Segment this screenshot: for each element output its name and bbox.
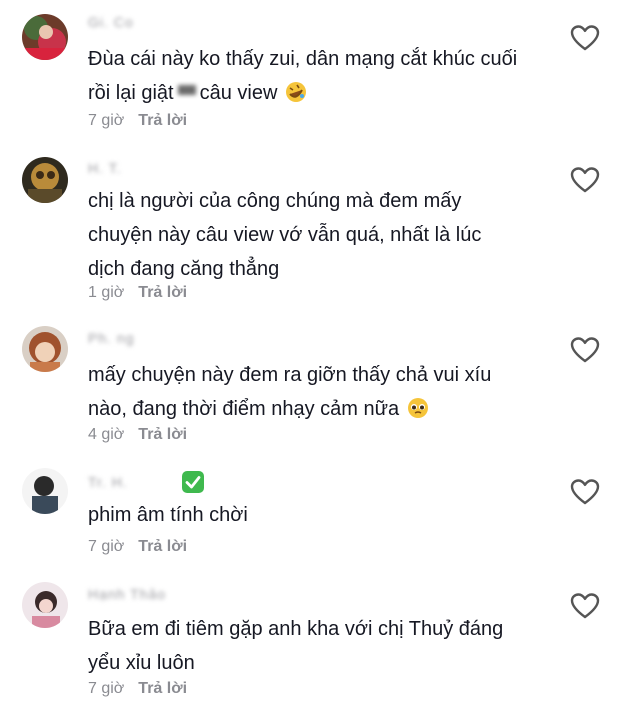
comment-username[interactable]: Tr. H.	[88, 474, 128, 490]
avatar[interactable]	[22, 14, 68, 60]
comment-username[interactable]: Gi. Co	[88, 14, 134, 30]
verified-badge	[182, 471, 204, 493]
reply-button[interactable]: Trả lời	[138, 112, 187, 129]
like-button[interactable]	[570, 166, 600, 194]
comment-time: 1 giờ	[88, 284, 125, 301]
comment-text: chị là người của công chúng mà đem mấy c…	[88, 190, 482, 280]
avatar[interactable]	[22, 326, 68, 372]
check-mark-icon	[185, 476, 201, 489]
like-button[interactable]	[570, 592, 600, 620]
comment-text: Bữa em đi tiêm gặp anh kha với chị Thuỷ …	[88, 618, 504, 674]
comment-username[interactable]: H. T.	[88, 160, 122, 176]
comment-time: 7 giờ	[88, 680, 125, 697]
comment-time: 4 giờ	[88, 426, 125, 443]
comment-meta: 7 giờ Trả lời	[88, 680, 187, 698]
comment-text: phim âm tính chời	[88, 504, 248, 526]
avatar[interactable]	[22, 157, 68, 203]
comment-item: Hạnh Thảo Bữa em đi tiêm gặp anh kha với…	[0, 570, 620, 714]
comment-username[interactable]: Ph. ng	[88, 330, 134, 346]
comment-item: H. T. chị là người của công chúng mà đem…	[0, 150, 620, 320]
comment-meta: 4 giờ Trả lời	[88, 426, 187, 444]
avatar[interactable]	[22, 468, 68, 514]
heart-outline-icon	[570, 479, 600, 505]
like-button[interactable]	[570, 478, 600, 506]
pleading-face-icon	[407, 396, 429, 418]
censored-word	[177, 85, 196, 95]
comment-time: 7 giờ	[88, 112, 125, 129]
avatar[interactable]	[22, 582, 68, 628]
comment-item: Gi. Co Đùa cái này ko thấy zui, dân mạng…	[0, 0, 620, 150]
comment-meta: 1 giờ Trả lời	[88, 284, 187, 302]
comment-meta: 7 giờ Trả lời	[88, 112, 187, 130]
comment-text: Đùa cái này ko thấy zui, dân mạng cắt kh…	[88, 48, 518, 104]
heart-outline-icon	[570, 337, 600, 363]
rolling-on-floor-laughing-icon	[285, 80, 307, 102]
comment-username[interactable]: Hạnh Thảo	[88, 586, 166, 602]
reply-button[interactable]: Trả lời	[138, 680, 187, 697]
reply-button[interactable]: Trả lời	[138, 426, 187, 443]
like-button[interactable]	[570, 336, 600, 364]
comment-time: 7 giờ	[88, 538, 125, 555]
heart-outline-icon	[570, 593, 600, 619]
heart-outline-icon	[570, 25, 600, 51]
heart-outline-icon	[570, 167, 600, 193]
like-button[interactable]	[570, 24, 600, 52]
comment-list: Gi. Co Đùa cái này ko thấy zui, dân mạng…	[0, 0, 620, 714]
comment-meta: 7 giờ Trả lời	[88, 538, 187, 556]
reply-button[interactable]: Trả lời	[138, 538, 187, 555]
comment-item: Ph. ng mấy chuyện này đem ra giỡn thấy c…	[0, 320, 620, 460]
reply-button[interactable]: Trả lời	[138, 284, 187, 301]
comment-text: mấy chuyện này đem ra giỡn thấy chả vui …	[88, 364, 492, 420]
comment-item: Tr. H. phim âm tính chời 7 giờ Trả lời	[0, 460, 620, 570]
